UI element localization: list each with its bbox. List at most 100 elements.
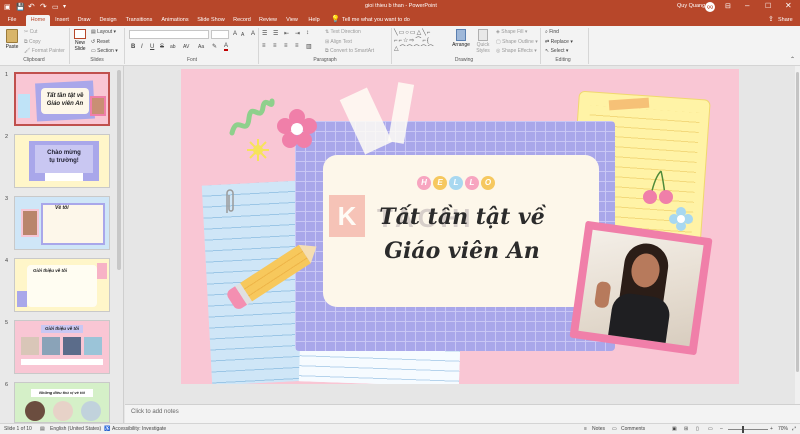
language-status[interactable]: English (United States) bbox=[50, 426, 101, 432]
user-name[interactable]: Quy Quang bbox=[677, 3, 705, 9]
cut-button[interactable]: ✂ Cut bbox=[24, 29, 37, 35]
scroll-thumb[interactable] bbox=[796, 72, 799, 372]
copy-button[interactable]: ⧉ Copy bbox=[24, 39, 41, 45]
customize-qat-icon[interactable]: ▾ bbox=[63, 3, 66, 10]
close-icon[interactable]: ✕ bbox=[785, 1, 792, 10]
shape-effects-button[interactable]: ◎ Shape Effects ▾ bbox=[496, 48, 537, 54]
font-size-dropdown[interactable] bbox=[211, 30, 229, 39]
maximize-icon[interactable]: ☐ bbox=[765, 2, 771, 10]
format-painter-button[interactable]: 🖌 Format Painter bbox=[24, 48, 65, 54]
tab-help[interactable]: Help bbox=[305, 15, 323, 26]
slide-sorter-icon[interactable]: ⊞ bbox=[684, 426, 688, 432]
collapse-ribbon-icon[interactable]: ⌃ bbox=[790, 56, 795, 63]
slide-thumbnails-pane[interactable]: 1 Tất tần tật về Giáo viên An 2 Chào mừn… bbox=[0, 66, 124, 423]
tab-animations[interactable]: Animations bbox=[159, 15, 191, 26]
save-icon[interactable]: 💾 bbox=[16, 3, 25, 11]
slide-thumbnail-3[interactable]: Về tôi bbox=[14, 196, 110, 250]
tell-me-input[interactable]: Tell me what you want to do bbox=[342, 17, 410, 23]
slide-thumbnail-5[interactable]: Giới thiệu về tôi bbox=[14, 320, 110, 374]
share-button[interactable]: Share bbox=[778, 17, 793, 23]
align-right-icon[interactable]: ≡ bbox=[284, 43, 288, 49]
slide-editing-area[interactable]: HELLO K TACHI Tất tần tật về Giáo viên A… bbox=[125, 66, 800, 404]
reading-view-icon[interactable]: ▯ bbox=[696, 426, 699, 432]
accessibility-icon[interactable]: ♿ bbox=[104, 426, 110, 432]
notes-toggle[interactable]: Notes bbox=[592, 426, 605, 432]
shape-fill-button[interactable]: ◈ Shape Fill ▾ bbox=[496, 29, 527, 35]
increase-indent-icon[interactable]: ⇥ bbox=[295, 30, 300, 37]
slide-thumbnail-4[interactable]: Giới thiệu về tôi bbox=[14, 258, 110, 312]
current-slide[interactable]: HELLO K TACHI Tất tần tật về Giáo viên A… bbox=[181, 69, 739, 384]
tab-view[interactable]: View bbox=[283, 15, 301, 26]
decrease-indent-icon[interactable]: ⇤ bbox=[284, 30, 289, 37]
font-name-dropdown[interactable] bbox=[129, 30, 209, 39]
zoom-in-icon[interactable]: + bbox=[770, 426, 773, 432]
slide-thumbnail-2[interactable]: Chào mừng tụ trường! bbox=[14, 134, 110, 188]
grow-font-button[interactable]: A bbox=[233, 31, 237, 37]
section-button[interactable]: ▭ Section ▾ bbox=[91, 48, 118, 54]
replace-button[interactable]: ⇄ Replace ▾ bbox=[545, 39, 573, 45]
accessibility-status[interactable]: Accessibility: Investigate bbox=[112, 426, 166, 432]
smartart-button[interactable]: ⧉ Convert to SmartArt bbox=[325, 48, 374, 54]
paste-button[interactable]: Paste bbox=[4, 29, 20, 55]
slide-thumbnail-6[interactable]: Những điều thú vị về tôi bbox=[14, 382, 110, 423]
arrange-button[interactable]: Arrange bbox=[452, 29, 470, 55]
find-button[interactable]: ⌕ Find bbox=[545, 29, 559, 35]
fit-slide-icon[interactable]: ⤢ bbox=[792, 426, 796, 432]
align-center-icon[interactable]: ≡ bbox=[273, 43, 277, 49]
zoom-slider[interactable] bbox=[728, 426, 768, 433]
layout-button[interactable]: ▤ Layout ▾ bbox=[91, 29, 116, 35]
undo-icon[interactable]: ↶ bbox=[28, 2, 35, 11]
highlight-icon[interactable]: ✎ bbox=[212, 43, 217, 50]
tab-design[interactable]: Design bbox=[97, 15, 119, 26]
zoom-level[interactable]: 70% bbox=[778, 426, 788, 432]
slide-title[interactable]: Tất tần tật về Giáo viên An bbox=[331, 200, 593, 268]
font-color-button[interactable]: A bbox=[224, 43, 229, 51]
reset-button[interactable]: ↺ Reset bbox=[91, 39, 110, 45]
present-icon[interactable]: ▭ bbox=[52, 3, 59, 11]
text-direction-button[interactable]: ⇅ Text Direction bbox=[325, 29, 361, 35]
shapes-gallery[interactable]: ╲▭○▭△╲⌐ ⌐⌐☆⇨⌒⌐{ △⌒⌒⌒⌒⌒ bbox=[394, 29, 448, 55]
share-icon[interactable]: ⇪ bbox=[768, 15, 774, 23]
comments-toggle[interactable]: Comments bbox=[621, 426, 645, 432]
bold-button[interactable]: B bbox=[131, 44, 135, 50]
numbering-icon[interactable]: ☰ bbox=[273, 30, 278, 37]
justify-icon[interactable]: ≡ bbox=[295, 43, 299, 49]
new-slide-button[interactable]: New Slide bbox=[72, 29, 88, 55]
change-case-button[interactable]: Aa bbox=[198, 44, 204, 50]
shape-outline-button[interactable]: ▢ Shape Outline ▾ bbox=[496, 39, 538, 45]
tab-file[interactable]: File bbox=[4, 15, 20, 26]
line-spacing-icon[interactable]: ↕ bbox=[306, 30, 309, 36]
underline-button[interactable]: U bbox=[150, 44, 154, 50]
tab-transitions[interactable]: Transitions bbox=[123, 15, 155, 26]
italic-button[interactable]: I bbox=[141, 44, 143, 50]
shrink-font-button[interactable]: A bbox=[241, 32, 244, 38]
select-button[interactable]: ↖ Select ▾ bbox=[545, 48, 568, 54]
align-left-icon[interactable]: ≡ bbox=[262, 43, 266, 49]
align-text-button[interactable]: ⊞ Align Text bbox=[325, 39, 352, 45]
zoom-slider-thumb[interactable] bbox=[742, 426, 744, 433]
normal-view-icon[interactable]: ▣ bbox=[672, 426, 677, 432]
columns-icon[interactable]: ▥ bbox=[306, 43, 312, 50]
avatar[interactable]: QQ bbox=[705, 2, 715, 12]
notes-icon[interactable]: ≡ bbox=[584, 426, 587, 432]
tab-home[interactable]: Home bbox=[26, 15, 50, 26]
autosave-icon[interactable]: ▣ bbox=[4, 3, 11, 11]
profile-photo-frame[interactable] bbox=[569, 220, 713, 356]
tab-slide-show[interactable]: Slide Show bbox=[195, 15, 227, 26]
tab-record[interactable]: Record bbox=[231, 15, 253, 26]
thumbnail-scrollbar[interactable] bbox=[117, 70, 121, 270]
strikethrough-button[interactable]: S bbox=[160, 44, 164, 50]
slide-thumbnail-1[interactable]: Tất tần tật về Giáo viên An bbox=[14, 72, 110, 126]
minimize-icon[interactable]: – bbox=[745, 1, 749, 10]
ribbon-display-icon[interactable]: ⊟ bbox=[725, 2, 731, 10]
tab-draw[interactable]: Draw bbox=[75, 15, 93, 26]
redo-icon[interactable]: ↷ bbox=[40, 2, 47, 11]
shadow-button[interactable]: ab bbox=[170, 44, 176, 50]
char-spacing-button[interactable]: AV bbox=[183, 44, 189, 50]
tab-insert[interactable]: Insert bbox=[52, 15, 72, 26]
slide-scrollbar[interactable] bbox=[795, 66, 800, 404]
bullets-icon[interactable]: ☰ bbox=[262, 30, 267, 37]
spellcheck-icon[interactable]: ▤ bbox=[40, 426, 45, 432]
clear-format-button[interactable]: A bbox=[251, 31, 255, 37]
slideshow-icon[interactable]: ▭ bbox=[708, 426, 713, 432]
